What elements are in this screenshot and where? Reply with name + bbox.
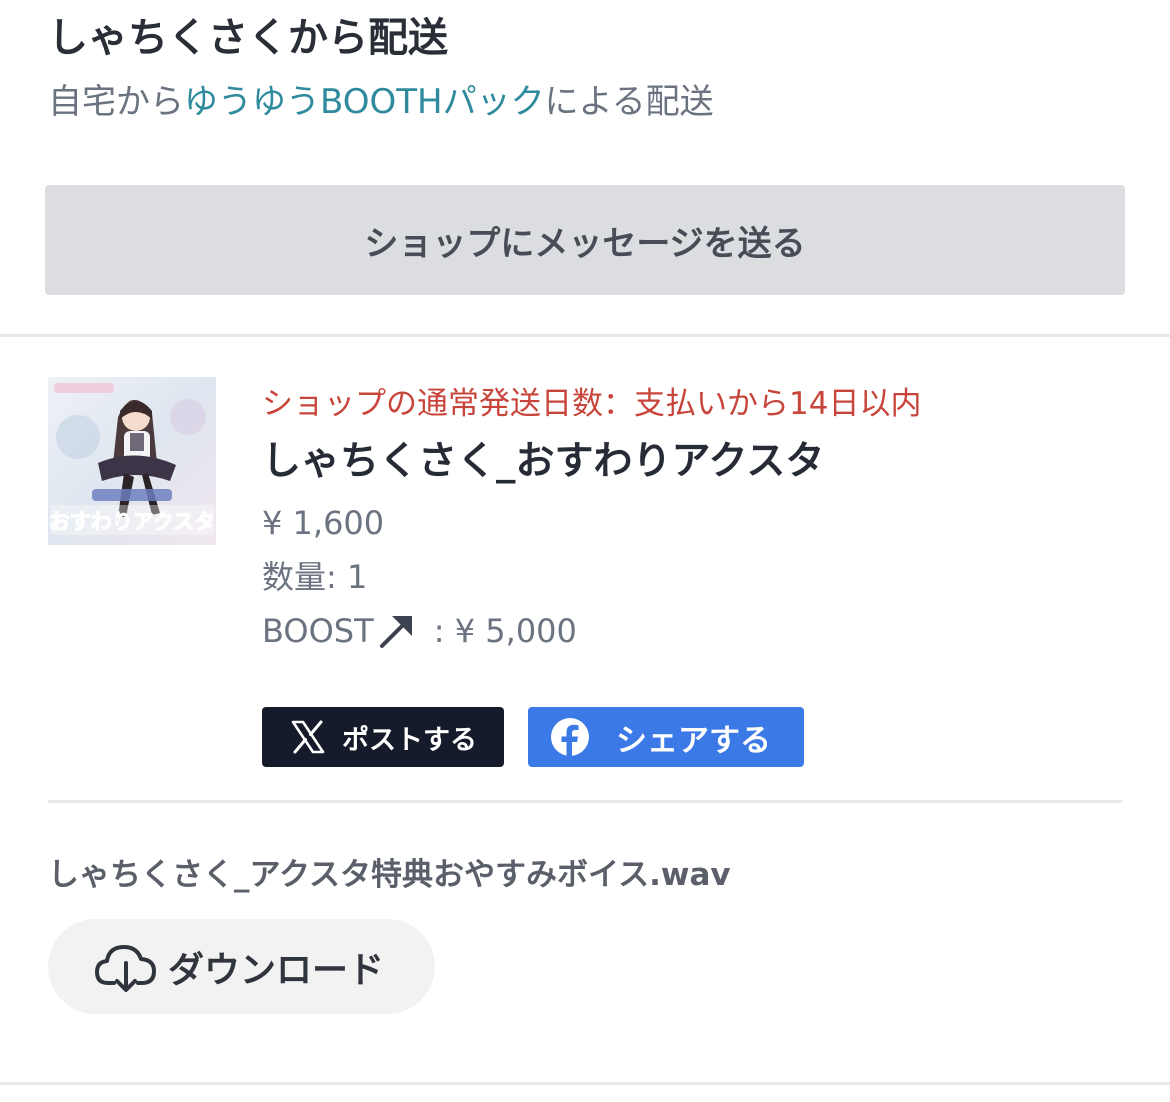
share-facebook-button[interactable]: シェアする bbox=[528, 707, 804, 767]
quantity-label: 数量 bbox=[262, 558, 327, 596]
cloud-download-icon bbox=[94, 939, 158, 995]
item-thumbnail-image: おすわりアクスタ bbox=[48, 377, 216, 545]
share-buttons: ポストする シェアする bbox=[262, 707, 804, 767]
section-divider bbox=[0, 334, 1170, 337]
item-boost: BOOST : ¥ 5,000 bbox=[262, 604, 1122, 658]
post-to-x-button[interactable]: ポストする bbox=[262, 707, 504, 767]
thumbnail-caption: おすわりアクスタ bbox=[49, 510, 215, 534]
facebook-icon bbox=[550, 717, 590, 757]
item-divider bbox=[48, 800, 1122, 803]
send-message-button[interactable]: ショップにメッセージを送る bbox=[45, 185, 1125, 295]
download-file-name: しゃちくさく_アクスタ特典おやすみボイス.wav bbox=[48, 857, 731, 893]
item-thumbnail[interactable]: おすわりアクスタ bbox=[48, 377, 216, 545]
post-to-x-label: ポストする bbox=[342, 724, 477, 756]
item-name[interactable]: しゃちくさく_おすわりアクスタ bbox=[262, 430, 1122, 494]
quantity-separator: : bbox=[326, 558, 347, 596]
item-quantity: 数量: 1 bbox=[262, 550, 1122, 604]
boost-value: ¥ 5,000 bbox=[454, 612, 577, 650]
shop-title: しゃちくさくから配送 bbox=[48, 15, 448, 61]
shop-header: しゃちくさくから配送 自宅からゆうゆうBOOTHパックによる配送 bbox=[48, 8, 1128, 130]
boost-label: BOOST bbox=[262, 612, 374, 650]
item-price: ¥ 1,600 bbox=[262, 504, 385, 542]
x-logo-icon bbox=[288, 717, 328, 757]
arrow-up-right-icon bbox=[378, 610, 418, 650]
shipping-method-line: 自宅からゆうゆうBOOTHパックによる配送 bbox=[48, 74, 1128, 130]
shipping-prefix: 自宅から bbox=[48, 82, 184, 122]
quantity-value: 1 bbox=[346, 558, 368, 596]
shipping-days-notice: ショップの通常発送日数：支払いから14日以内 bbox=[262, 386, 922, 422]
shipping-suffix: による配送 bbox=[544, 82, 714, 122]
shipping-method-link[interactable]: ゆうゆうBOOTHパック bbox=[184, 82, 545, 122]
share-facebook-label: シェアする bbox=[616, 722, 771, 759]
download-button[interactable]: ダウンロード bbox=[48, 919, 435, 1014]
boost-separator: : bbox=[423, 612, 455, 650]
item-info: ショップの通常発送日数：支払いから14日以内 しゃちくさく_おすわりアクスタ ¥… bbox=[262, 376, 1122, 658]
bottom-divider bbox=[0, 1082, 1170, 1085]
download-label: ダウンロード bbox=[168, 949, 385, 991]
